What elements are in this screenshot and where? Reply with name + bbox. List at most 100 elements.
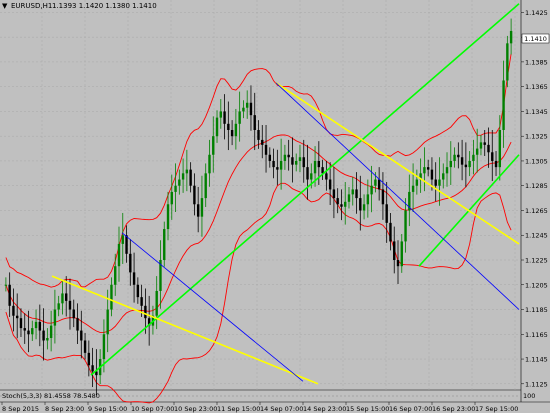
chart-canvas[interactable]: 1.14251.14051.13851.13651.13451.13251.13…: [0, 0, 550, 413]
price-tick-label: 1.1285: [525, 182, 548, 190]
candle-body: [393, 241, 396, 260]
candle-body: [227, 123, 230, 130]
candle-body: [283, 154, 287, 161]
time-tick-label: 8 Sep 23:00: [45, 405, 84, 413]
candle-body: [42, 330, 45, 341]
candle-body: [163, 229, 166, 260]
candle-body: [46, 338, 49, 341]
candle-body: [144, 305, 147, 319]
candle-body: [31, 328, 34, 335]
candle-body: [396, 260, 400, 267]
time-tick-label: 17 Sep 15:00: [475, 405, 518, 413]
time-tick-label: 8 Sep 2015: [2, 405, 39, 413]
candle-body: [298, 157, 302, 161]
candle-body: [317, 160, 321, 168]
symbol-label: EURUSD,H1: [11, 2, 52, 10]
candle-body: [313, 160, 317, 174]
candle-body: [328, 179, 332, 190]
stoch-label: Stoch(5,3,3) 81.4558 78.5480: [2, 392, 100, 400]
candle-body: [344, 201, 347, 207]
candle-body: [102, 334, 106, 360]
candle-body: [423, 167, 426, 174]
price-tick-label: 1.1125: [525, 380, 548, 388]
candle-body: [261, 139, 264, 145]
price-tick-label: 1.1225: [525, 257, 548, 265]
candle-body: [87, 352, 91, 366]
candle-body: [370, 185, 373, 195]
candle-body: [509, 30, 513, 44]
candle-body: [219, 111, 222, 118]
candle-body: [27, 330, 30, 335]
price-tick-label: 1.1305: [525, 157, 548, 165]
price-tick-label: 1.1205: [525, 281, 548, 289]
candle-body: [242, 107, 245, 112]
candle-body: [223, 111, 226, 124]
candle-body: [411, 185, 415, 192]
candle-body: [204, 173, 207, 199]
price-tick-label: 1.1385: [525, 58, 548, 66]
candle-body: [181, 173, 185, 180]
candle-body: [200, 198, 204, 217]
time-tick-label: 9 Sep 15:00: [88, 405, 127, 413]
candle-body: [325, 173, 328, 180]
candle-body: [359, 198, 362, 211]
candle-body: [272, 160, 275, 168]
candle-body: [385, 204, 388, 223]
candle-body: [117, 243, 121, 267]
candle-body: [426, 167, 430, 170]
candle-body: [53, 309, 57, 326]
candle-body: [268, 154, 272, 161]
candle-body: [276, 167, 279, 170]
candle-body: [83, 340, 87, 353]
candle-body: [61, 293, 64, 304]
candle-body: [287, 154, 290, 158]
candle-body: [189, 169, 192, 186]
ohlc-label: 1.1393 1.1420 1.1380 1.1410: [52, 2, 157, 10]
candle-body: [472, 154, 475, 161]
candle-body: [351, 189, 354, 195]
candle-body: [377, 179, 381, 190]
candle-body: [400, 241, 403, 267]
candle-body: [460, 157, 464, 165]
price-tick-label: 1.1365: [525, 83, 548, 91]
candle-body: [415, 179, 419, 186]
candle-body: [238, 111, 241, 124]
candle-body: [336, 198, 339, 205]
candle-body: [487, 144, 490, 153]
candle-body: [106, 309, 109, 335]
candle-body: [140, 297, 143, 306]
candle-body: [129, 253, 132, 273]
time-tick-label: 11 Sep 15:00: [217, 405, 260, 413]
candle-body: [381, 189, 385, 205]
candle-body: [110, 284, 113, 310]
candle-body: [457, 154, 460, 158]
time-tick-label: 14 Sep 07:00: [260, 405, 303, 413]
time-tick-label: 10 Sep 07:00: [131, 405, 174, 413]
candle-body: [80, 330, 83, 341]
candle-body: [166, 204, 170, 230]
plot-area[interactable]: [0, 0, 521, 390]
candle-body: [479, 142, 483, 149]
candle-body: [125, 235, 128, 254]
candle-body: [438, 179, 441, 186]
candle-body: [306, 167, 309, 180]
candle-body: [264, 144, 268, 155]
price-tick-label: 1.1265: [525, 207, 548, 215]
candle-body: [34, 321, 38, 329]
candle-body: [193, 185, 196, 205]
candle-body: [212, 136, 215, 155]
candle-body: [174, 185, 177, 192]
price-tick-label: 1.1165: [525, 331, 548, 339]
candle-body: [494, 160, 498, 168]
price-tick-label: 1.1145: [525, 356, 548, 364]
candle-body: [340, 204, 343, 207]
candle-body: [8, 284, 11, 306]
candle-body: [295, 160, 298, 165]
menu-triangle-icon[interactable]: ▼: [2, 2, 8, 10]
candle-body: [15, 315, 19, 319]
candle-body: [310, 173, 313, 180]
candle-body: [483, 142, 486, 145]
candle-body: [442, 173, 445, 180]
candle-body: [449, 160, 452, 168]
candle-body: [249, 102, 253, 116]
